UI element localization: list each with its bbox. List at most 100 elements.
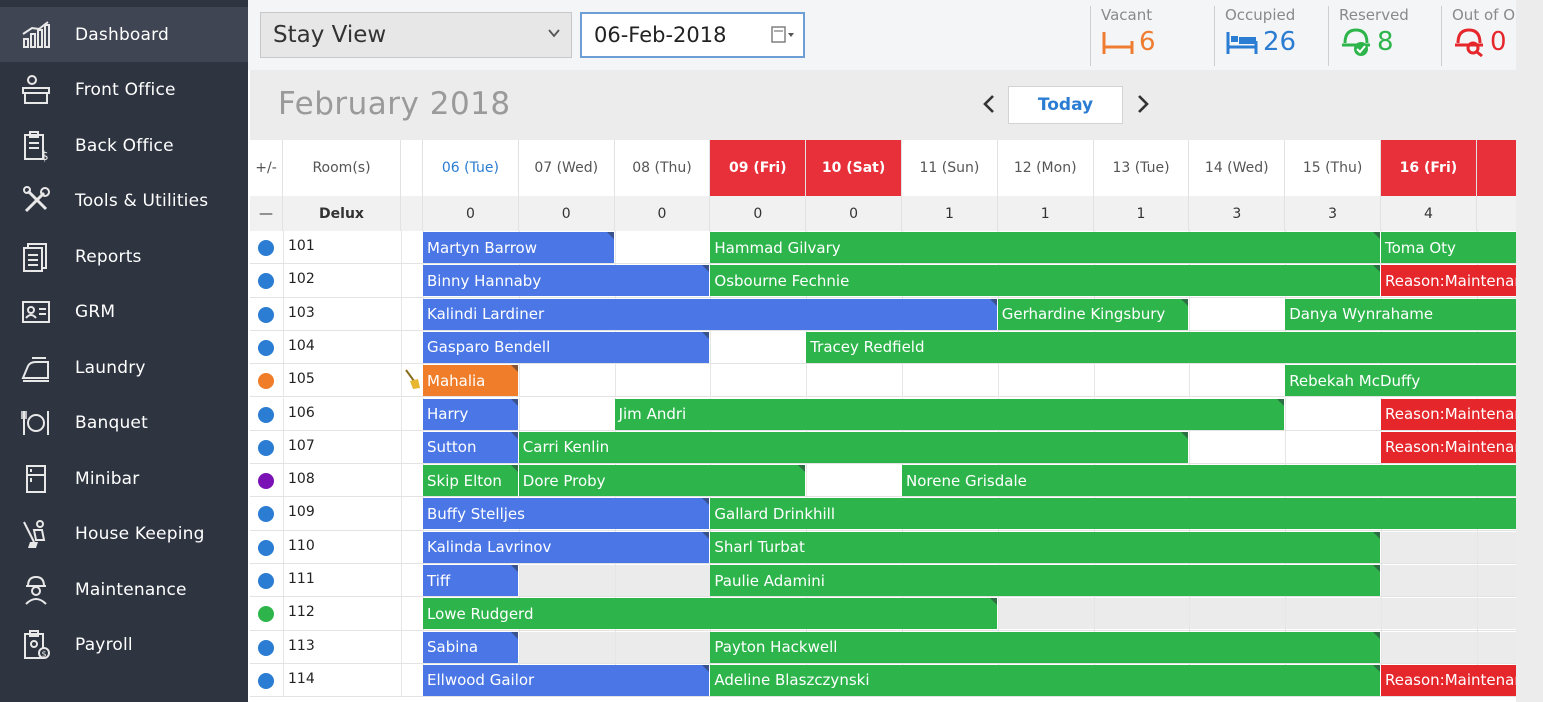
- calendar-icon[interactable]: [771, 25, 795, 45]
- booking-bar[interactable]: Kalindi Lardiner: [423, 298, 998, 330]
- booking-bar[interactable]: Martyn Barrow: [423, 232, 615, 263]
- booking-bar[interactable]: Tiff: [423, 565, 519, 596]
- room-number[interactable]: 111: [288, 571, 315, 587]
- room-row: 107 SuttonCarri Kenlin Reason:Maintenance: [250, 430, 1516, 465]
- booking-bar[interactable]: Sutton: [423, 431, 519, 463]
- grid-line: [614, 231, 616, 264]
- grid-line: [1381, 530, 1382, 563]
- worker-icon: [20, 574, 52, 606]
- sidebar-item-tools-utilities[interactable]: Tools & Utilities: [0, 174, 248, 229]
- booking-bar[interactable]: Lowe Rudgerd: [423, 598, 998, 630]
- room-number[interactable]: 110: [288, 538, 315, 554]
- fridge-icon: [20, 463, 52, 495]
- sidebar-item-back-office[interactable]: $ Back Office: [0, 118, 248, 173]
- booking-bar[interactable]: Tracey Redfield: [806, 331, 1516, 363]
- unassigned-block: [997, 598, 1516, 630]
- sidebar-item-dashboard[interactable]: Dashboard: [0, 7, 248, 62]
- sidebar-item-laundry[interactable]: Laundry: [0, 340, 248, 395]
- room-number[interactable]: 101: [288, 238, 315, 254]
- booking-bar[interactable]: Buffy Stelljes: [423, 498, 711, 530]
- booking-bar[interactable]: Reason:Maintenance: [1381, 398, 1516, 430]
- room-status-dot: [258, 573, 274, 589]
- booking-bar[interactable]: Dore Proby: [518, 465, 807, 497]
- today-button[interactable]: Today: [1008, 86, 1123, 124]
- grid-line: [283, 564, 284, 597]
- booking-bar[interactable]: Kalinda Lavrinov: [423, 531, 711, 563]
- sidebar-item-maintenance[interactable]: Maintenance: [0, 562, 248, 617]
- booking-bar[interactable]: Toma Oty: [1381, 232, 1516, 263]
- view-select[interactable]: Stay View: [260, 12, 572, 58]
- sidebar-item-grm[interactable]: GRM: [0, 285, 248, 340]
- booking-bar[interactable]: Binny Hannaby: [423, 265, 711, 297]
- grid-line: [401, 364, 402, 397]
- booking-bar[interactable]: Gerhardine Kingsbury: [997, 298, 1190, 330]
- room-number[interactable]: 113: [288, 638, 315, 654]
- room-number[interactable]: 102: [288, 271, 315, 287]
- room-row: 109 Buffy Stelljes Gallard Drinkhill: [250, 497, 1516, 531]
- grid-line: [997, 364, 999, 397]
- next-month-icon[interactable]: [1132, 90, 1154, 118]
- booking-bar[interactable]: Gasparo Bendell: [423, 331, 711, 363]
- booking-bar[interactable]: Payton Hackwell: [710, 631, 1381, 663]
- booking-bar[interactable]: Norene Grisdale: [902, 465, 1516, 497]
- day-availability-count: 0: [710, 196, 807, 231]
- room-number[interactable]: 108: [288, 471, 315, 487]
- grid-line: [710, 364, 712, 397]
- booking-bar[interactable]: Skip Elton: [423, 465, 519, 497]
- dining-icon: [20, 407, 52, 439]
- day-availability-count: 0: [423, 196, 519, 231]
- room-number[interactable]: 103: [288, 305, 315, 321]
- booking-bar[interactable]: Ellwood Gailor: [423, 664, 711, 696]
- booking-bar[interactable]: Hammad Gilvary: [710, 232, 1381, 263]
- grid-line: [1476, 597, 1478, 630]
- grid-line: [283, 364, 284, 397]
- group-collapse-toggle[interactable]: —: [250, 196, 283, 231]
- booking-bar[interactable]: Reason:Maintenance: [1381, 664, 1516, 696]
- prev-month-icon[interactable]: [978, 90, 1000, 118]
- room-number[interactable]: 104: [288, 338, 315, 354]
- sidebar-item-house-keeping[interactable]: House Keeping: [0, 507, 248, 562]
- room-row: 111 Tiff Paulie Adamini: [250, 564, 1516, 598]
- sidebar-item-payroll[interactable]: $ Payroll: [0, 618, 248, 673]
- grid-line: [806, 464, 808, 497]
- booking-bar[interactable]: Rebekah McDuffy: [1285, 365, 1516, 397]
- room-number[interactable]: 107: [288, 438, 315, 454]
- booking-bar[interactable]: Mahalia: [423, 365, 519, 397]
- room-row: 104 Gasparo Bendell Tracey Redfield: [250, 330, 1516, 365]
- grid-line: [1285, 430, 1287, 464]
- room-status-dot: [258, 473, 274, 490]
- booking-bar[interactable]: Sabina: [423, 631, 519, 663]
- sidebar-item-reports[interactable]: Reports: [0, 229, 248, 284]
- stat-label: Reserved: [1339, 6, 1409, 24]
- room-number[interactable]: 105: [288, 371, 315, 387]
- booking-bar[interactable]: Harry: [423, 398, 519, 430]
- unassigned-block: [1381, 631, 1516, 663]
- booking-bar[interactable]: Carri Kenlin: [518, 431, 1190, 463]
- booking-bar[interactable]: Reason:Maintenance: [1381, 265, 1516, 297]
- booking-bar[interactable]: Adeline Blaszczynski: [710, 664, 1381, 696]
- booking-bar[interactable]: Gallard Drinkhill: [710, 498, 1516, 530]
- day-availability-count: 1: [1093, 196, 1190, 231]
- day-availability-count: [1476, 196, 1516, 231]
- booking-bar[interactable]: Danya Wynrahame: [1285, 298, 1516, 330]
- booking-bar[interactable]: Osbourne Fechnie: [710, 265, 1381, 297]
- room-number[interactable]: 106: [288, 405, 315, 421]
- booking-bar[interactable]: Jim Andri: [614, 398, 1286, 430]
- booking-bar[interactable]: Reason:Maintenance: [1381, 431, 1516, 463]
- room-number[interactable]: 112: [288, 604, 315, 620]
- sidebar-item-banquet[interactable]: Banquet: [0, 396, 248, 451]
- room-number[interactable]: 114: [288, 671, 315, 687]
- booking-bar[interactable]: Sharl Turbat: [710, 531, 1381, 563]
- day-header: 15 (Thu): [1285, 140, 1381, 196]
- booking-bar[interactable]: Paulie Adamini: [710, 565, 1381, 596]
- reserved-icon: [1339, 27, 1373, 57]
- sidebar-item-front-office[interactable]: Front Office: [0, 63, 248, 118]
- grid-line: [1381, 597, 1382, 630]
- room-status-dot: [258, 606, 274, 623]
- sidebar-item-minibar[interactable]: Minibar: [0, 451, 248, 506]
- date-picker[interactable]: 06-Feb-2018: [580, 12, 805, 58]
- stat-count: 0: [1490, 27, 1507, 57]
- chevron-down-icon: [548, 29, 560, 38]
- expand-toggle[interactable]: +/-: [250, 140, 283, 196]
- room-number[interactable]: 109: [288, 504, 315, 520]
